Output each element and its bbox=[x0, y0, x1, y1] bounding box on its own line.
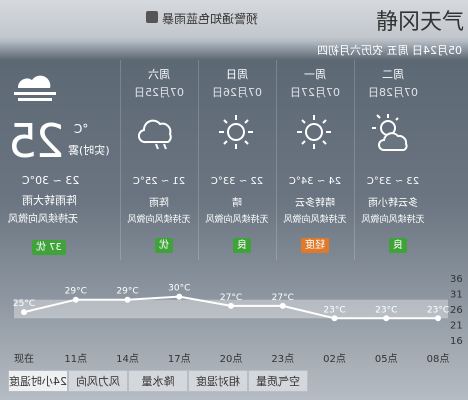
temp-unit: °C bbox=[74, 122, 89, 136]
current-temp: 25 bbox=[10, 114, 65, 168]
temperature-label: 27°C bbox=[220, 293, 242, 303]
sun-icon bbox=[219, 115, 253, 149]
day-name: 周六 bbox=[148, 68, 170, 81]
day-condition: 阵雨 bbox=[149, 198, 169, 209]
day-name: 周日 bbox=[226, 68, 248, 81]
day-date: 07月25日 bbox=[134, 86, 184, 99]
day-aqi-badge[interactable]: 轻度 bbox=[301, 238, 329, 253]
temperature-chart-svg: 36 31 26 21 16 25°C 现在 29°C 11点 29°C 14点 30°C 17点 27°… bbox=[13, 274, 463, 365]
temperature-label: 25°C bbox=[13, 299, 35, 309]
today-condition: 阵雨转大雨 bbox=[22, 194, 77, 207]
temperature-label: 23°C bbox=[323, 305, 345, 315]
day-aqi-badge[interactable]: 良 bbox=[233, 238, 251, 253]
day-wind: 无持续风向微风 bbox=[205, 215, 269, 225]
day-aqi-badge[interactable]: 良 bbox=[389, 238, 407, 253]
sun-cloud-icon bbox=[372, 114, 408, 152]
temperature-point[interactable] bbox=[21, 309, 27, 316]
y-tick-label: 16 bbox=[450, 336, 463, 347]
day-wind: 无持续风向微风 bbox=[283, 215, 347, 225]
forecast-day[interactable]: 周一 07月27日 24 ~ 34°C 晴转多云 无持续风向微风 轻度 bbox=[276, 60, 353, 260]
x-tick-label: 20点 bbox=[220, 353, 243, 365]
x-tick-label: 05点 bbox=[375, 353, 398, 365]
forecast-day[interactable]: 周六 07月25日 21 ~ 25°C 阵雨 无持续风向微风 优 bbox=[120, 60, 197, 260]
x-tick-label: 11点 bbox=[64, 353, 87, 365]
day-wind: 无持续风向微风 bbox=[361, 215, 425, 225]
today-range: 23 ~ 30°C bbox=[22, 174, 80, 187]
tab-precip[interactable]: 降水量 bbox=[128, 370, 188, 392]
y-tick-label: 36 bbox=[450, 274, 463, 285]
header-date: 05月24日 周五 农历六月初四 bbox=[317, 44, 462, 57]
today-aqi-badge[interactable]: 37 优 bbox=[32, 240, 66, 255]
forecast-day[interactable]: 周日 07月26日 22 ~ 33°C 晴 无持续风向微风 良 bbox=[198, 60, 275, 260]
day-condition: 晴 bbox=[232, 198, 242, 209]
day-name: 周一 bbox=[304, 68, 326, 81]
tab-air-quality[interactable]: 空气质量 bbox=[248, 370, 308, 392]
chart-tabs: 24小时温度 风力风向 降水量 相对湿度 空气质量 bbox=[8, 370, 308, 392]
sun-icon bbox=[297, 115, 331, 149]
temperature-point[interactable] bbox=[435, 315, 441, 322]
temperature-label: 23°C bbox=[375, 305, 397, 315]
tab-24h-temp[interactable]: 24小时温度 bbox=[8, 370, 68, 392]
temperature-point[interactable] bbox=[383, 315, 390, 322]
warning-notice[interactable]: 预警通知色蓝雨暴 bbox=[162, 10, 258, 27]
temperature-chart: 36 31 26 21 16 25°C 现在 29°C 11点 29°C 14点 30°C 17点 27°… bbox=[0, 272, 468, 368]
temperature-label: 27°C bbox=[272, 293, 294, 303]
day-name: 周二 bbox=[382, 68, 404, 81]
alert-icon bbox=[146, 11, 158, 23]
tab-wind[interactable]: 风力风向 bbox=[68, 370, 128, 392]
cloud-rain-icon bbox=[138, 119, 172, 150]
temperature-point[interactable] bbox=[124, 296, 131, 303]
weather-widget: 预警通知色蓝雨暴 05月24日 周五 农历六月初四 25 °C (实时)雾 23… bbox=[0, 0, 468, 400]
x-tick-label: 02点 bbox=[323, 353, 346, 365]
x-tick-label: 17点 bbox=[168, 353, 191, 365]
day-range: 21 ~ 25°C bbox=[132, 176, 186, 187]
temperature-point[interactable] bbox=[228, 302, 234, 309]
tab-humidity[interactable]: 相对湿度 bbox=[188, 370, 248, 392]
x-tick-label: 23点 bbox=[271, 353, 294, 365]
temperature-point[interactable] bbox=[176, 293, 183, 300]
x-tick-label: 现在 bbox=[14, 353, 34, 365]
fog-icon bbox=[14, 75, 56, 101]
y-tick-label: 31 bbox=[450, 290, 463, 301]
day-condition: 多云转小雨 bbox=[368, 198, 418, 209]
temperature-label: 29°C bbox=[116, 287, 138, 297]
day-date: 07月27日 bbox=[290, 86, 340, 99]
day-condition: 晴转多云 bbox=[295, 198, 335, 209]
day-range: 23 ~ 33°C bbox=[366, 176, 420, 187]
today-panel: 25 °C (实时)雾 23 ~ 30°C 阵雨转大雨 无持续风向微风 37 优 bbox=[8, 60, 114, 260]
realtime-condition: (实时)雾 bbox=[68, 144, 110, 157]
page-title: 静冈天气 bbox=[375, 10, 464, 35]
y-tick-label: 26 bbox=[450, 305, 463, 316]
day-date: 07月28日 bbox=[368, 86, 418, 99]
temperature-point[interactable] bbox=[72, 296, 79, 303]
temperature-label: 23°C bbox=[427, 305, 449, 315]
x-tick-label: 08点 bbox=[427, 353, 450, 365]
temperature-label: 29°C bbox=[65, 287, 87, 297]
day-wind: 无持续风向微风 bbox=[127, 215, 191, 225]
day-aqi-badge[interactable]: 优 bbox=[155, 238, 173, 253]
y-tick-label: 21 bbox=[450, 321, 463, 332]
temperature-label: 30°C bbox=[168, 284, 190, 294]
x-tick-label: 14点 bbox=[116, 353, 139, 365]
day-range: 24 ~ 34°C bbox=[288, 176, 342, 187]
day-date: 07月26日 bbox=[212, 86, 262, 99]
temperature-point[interactable] bbox=[279, 302, 286, 309]
day-range: 22 ~ 33°C bbox=[210, 176, 264, 187]
forecast-day[interactable]: 周二 07月28日 23 ~ 33°C 多云转小雨 无持续风向微风 良 bbox=[354, 60, 431, 260]
temperature-point[interactable] bbox=[331, 315, 338, 322]
today-wind: 无持续风向微风 bbox=[8, 214, 78, 225]
